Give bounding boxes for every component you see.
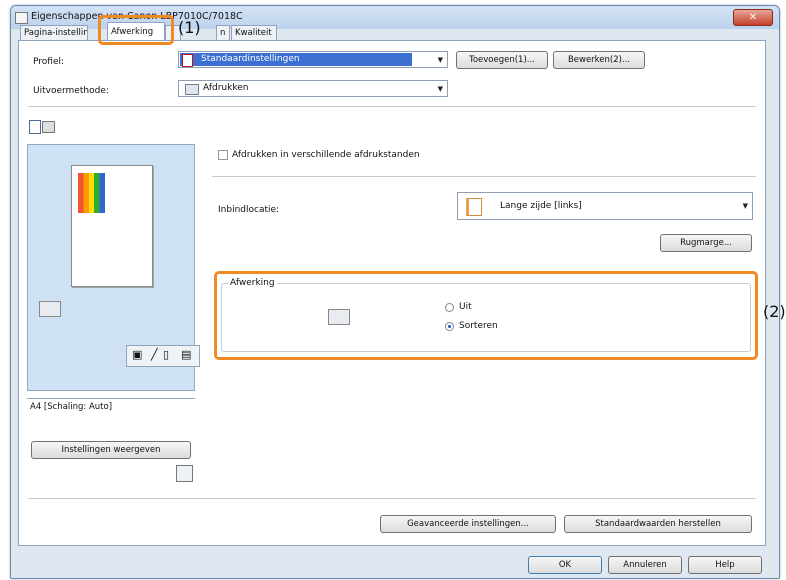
help-button[interactable]: Help	[688, 556, 762, 574]
finishing-group-title: Afwerking	[228, 278, 277, 288]
paper-stack-icon	[39, 301, 61, 317]
radio-off[interactable]	[445, 303, 454, 312]
preview-status-text: A4 [Schaling: Auto]	[30, 402, 113, 412]
callout-1-highlight	[98, 15, 174, 45]
profile-value: Standaardinstellingen	[201, 54, 300, 64]
mode-icon-3: ▯	[163, 348, 170, 361]
preview-color-image	[78, 173, 105, 213]
tab-quality[interactable]: Kwaliteit	[231, 25, 277, 40]
output-method-label: Uitvoermethode:	[33, 86, 109, 96]
separator	[28, 498, 756, 499]
print-distances-checkbox[interactable]	[218, 150, 228, 160]
profile-icon	[182, 54, 193, 67]
printer-view-icon[interactable]	[42, 121, 55, 133]
cancel-button[interactable]: Annuleren	[608, 556, 682, 574]
radio-off-label: Uit	[459, 302, 472, 312]
edit-profile-button[interactable]: Bewerken(2)...	[553, 51, 645, 69]
add-profile-button[interactable]: Toevoegen(1)...	[456, 51, 548, 69]
output-method-select[interactable]: Afdrukken ▼	[178, 80, 448, 97]
binding-page-icon	[466, 198, 482, 216]
close-button[interactable]: ✕	[733, 9, 773, 26]
printer-icon	[15, 12, 28, 24]
mode-icon-2: ╱	[151, 348, 158, 361]
radio-collate[interactable]	[445, 322, 454, 331]
radio-collate-label: Sorteren	[459, 321, 498, 331]
tab-page-setup[interactable]: Pagina-instellin	[20, 25, 88, 40]
paper-stack-icon	[328, 309, 350, 325]
print-distances-label: Afdrukken in verschillende afdrukstanden	[232, 150, 420, 160]
printer-info-icon[interactable]	[176, 465, 193, 482]
printer-small-icon	[185, 84, 199, 95]
chevron-down-icon: ▼	[437, 56, 443, 64]
page-view-icon[interactable]	[29, 120, 41, 134]
profile-select[interactable]: Standaardinstellingen ▼	[178, 51, 448, 68]
binding-location-label: Inbindlocatie:	[218, 205, 280, 215]
gutter-button[interactable]: Rugmarge...	[660, 234, 752, 252]
mode-icon-1: ▣	[132, 348, 143, 361]
restore-defaults-button[interactable]: Standaardwaarden herstellen	[564, 515, 752, 533]
chevron-down-icon: ▼	[437, 85, 443, 93]
preview-mode-toggle[interactable]: ▣ ╱ ▯ ▤	[126, 345, 200, 367]
output-method-value: Afdrukken	[203, 83, 249, 93]
callout-2-label: (2)	[763, 302, 786, 321]
preview-page	[71, 165, 153, 287]
binding-location-select[interactable]: Lange zijde [links] ▼	[457, 192, 753, 220]
advanced-settings-button[interactable]: Geavanceerde instellingen...	[380, 515, 556, 533]
separator	[212, 176, 756, 177]
mode-icon-4: ▤	[181, 348, 192, 361]
chevron-down-icon: ▼	[742, 202, 748, 210]
preview-area: ▣ ╱ ▯ ▤	[27, 144, 200, 391]
preview-separator	[27, 398, 195, 399]
finishing-groupbox	[221, 283, 751, 352]
binding-location-value: Lange zijde [links]	[500, 201, 582, 211]
separator	[28, 106, 756, 107]
ok-button[interactable]: OK	[528, 556, 602, 574]
callout-1-label: (1)	[178, 18, 201, 37]
profile-label: Profiel:	[33, 57, 65, 67]
show-settings-button[interactable]: Instellingen weergeven	[31, 441, 191, 459]
tab-paper-source[interactable]: n	[216, 25, 230, 40]
